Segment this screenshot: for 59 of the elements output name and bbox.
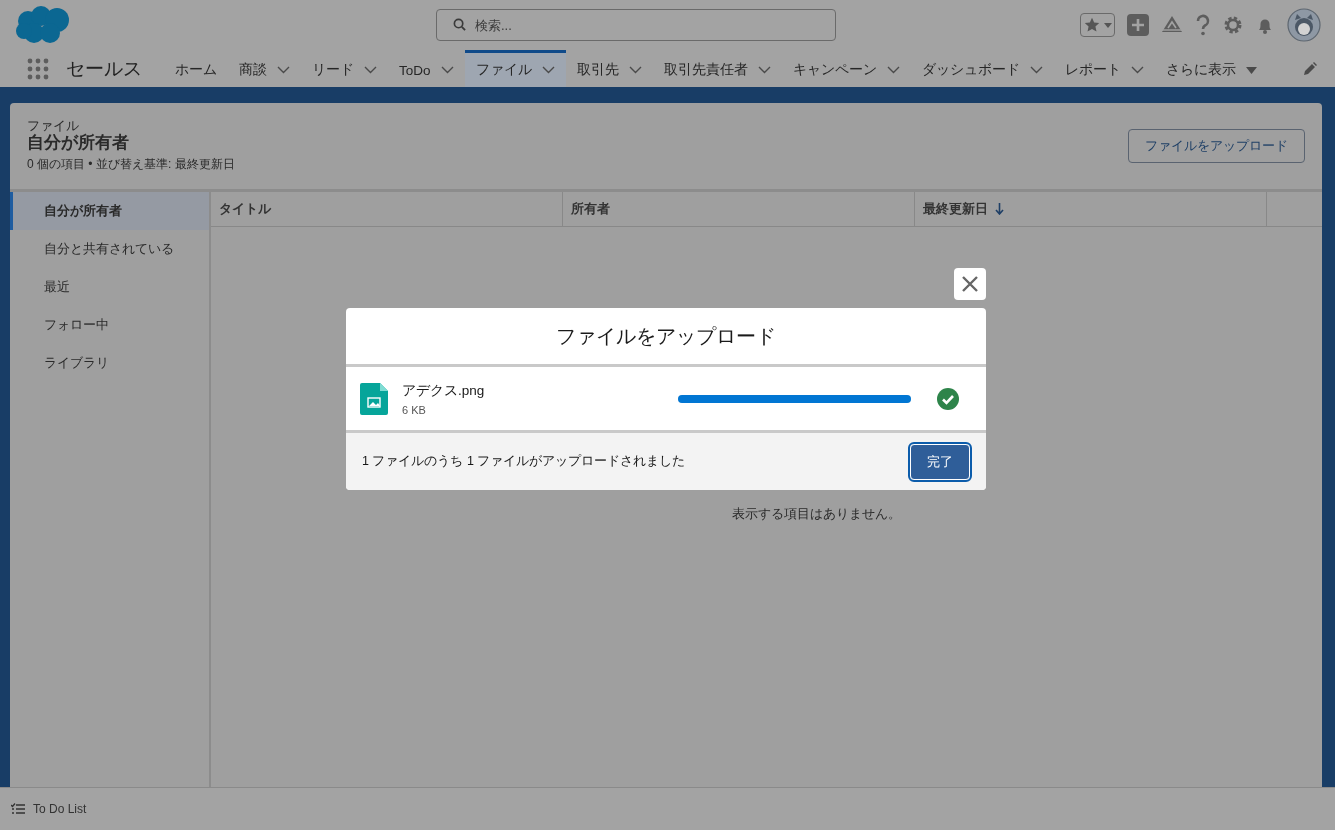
plus-icon[interactable] <box>1127 14 1149 36</box>
search-field[interactable]: 検索... <box>436 9 836 41</box>
sidebar-item[interactable]: 自分が所有者 <box>10 192 209 230</box>
list-view-title: 自分が所有者 <box>27 133 130 153</box>
object-label: ファイル <box>27 119 80 133</box>
list-icon <box>11 803 25 815</box>
column-header[interactable]: 所有者 <box>563 192 915 226</box>
nav-tab[interactable]: レポート <box>1053 50 1155 87</box>
chevron-icon[interactable] <box>886 66 900 74</box>
nav-tab[interactable]: 商談 <box>228 50 301 87</box>
help-icon[interactable] <box>1195 14 1211 36</box>
settings-icon[interactable] <box>1223 15 1243 35</box>
star-icon <box>1083 16 1101 34</box>
nav-tab[interactable]: ToDo <box>388 50 465 87</box>
avatar-icon[interactable] <box>1287 8 1321 42</box>
mountain-icon[interactable] <box>1161 15 1183 35</box>
empty-message: 表示する項目はありません。 <box>732 505 901 523</box>
upload-summary: 1 ファイルのうち 1 ファイルがアップロードされました <box>362 453 686 470</box>
utility-item[interactable]: To Do List <box>11 802 87 816</box>
upload-files-button[interactable]: ファイルをアップロード <box>1128 129 1305 163</box>
app-launcher-icon[interactable] <box>27 57 49 80</box>
nav-tab[interactable]: 取引先責任者 <box>652 50 782 87</box>
chevron-icon[interactable] <box>628 66 642 74</box>
chevron-icon[interactable] <box>277 66 290 74</box>
sidebar-item[interactable]: 自分と共有されている <box>10 230 209 268</box>
sidebar-item[interactable]: 最近 <box>10 268 209 306</box>
pencil-icon[interactable] <box>1303 61 1317 76</box>
search-icon <box>453 18 466 31</box>
column-header[interactable]: 最終更新日 <box>915 192 1267 226</box>
nav-tab[interactable]: キャンペーン <box>781 50 911 87</box>
nav-tab[interactable]: ダッシュボード <box>910 50 1054 87</box>
nav-tab[interactable]: 取引先 <box>565 50 653 87</box>
done-button[interactable]: 完了 <box>910 443 970 480</box>
sidebar-item[interactable]: ライブラリ <box>10 344 209 382</box>
chevron-icon[interactable] <box>1029 66 1043 74</box>
close-icon <box>961 275 979 293</box>
cloud-logo <box>14 5 72 45</box>
chevron-icon[interactable] <box>541 66 555 74</box>
chevron-icon[interactable] <box>757 66 771 74</box>
caret-icon <box>1104 22 1112 28</box>
chevron-icon[interactable] <box>1130 66 1144 74</box>
app-name: セールス <box>66 56 142 81</box>
file-name: アデクス.png <box>402 381 486 400</box>
sort-arrow-icon <box>995 203 1004 215</box>
column-header[interactable]: タイトル <box>211 192 563 226</box>
file-size: 6 KB <box>402 403 427 416</box>
list-meta: 0 個の項目 • 並び替え基準: 最終更新日 <box>27 156 235 173</box>
favorites-button[interactable] <box>1080 13 1115 37</box>
more-menu[interactable]: さらに表示 <box>1154 50 1268 87</box>
caret-icon <box>1245 66 1257 74</box>
sidebar-item[interactable]: フォロー中 <box>10 306 209 344</box>
nav-tab[interactable]: リード <box>301 50 388 87</box>
chevron-icon[interactable] <box>364 66 377 74</box>
modal-title: ファイルをアップロード <box>346 308 986 367</box>
close-button[interactable] <box>954 268 986 300</box>
image-file-icon <box>360 382 388 415</box>
chevron-icon[interactable] <box>440 66 454 74</box>
nav-tab[interactable]: ホーム <box>164 50 228 87</box>
nav-tab[interactable]: ファイル <box>464 50 566 87</box>
